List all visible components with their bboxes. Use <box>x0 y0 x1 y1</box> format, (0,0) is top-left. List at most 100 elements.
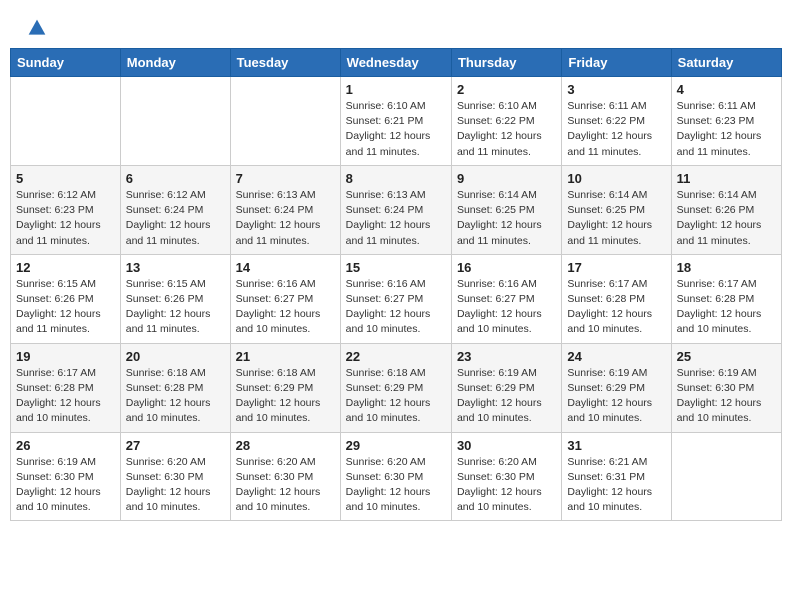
day-info: Sunrise: 6:11 AM Sunset: 6:23 PM Dayligh… <box>677 99 776 160</box>
day-number: 27 <box>126 438 225 453</box>
calendar-cell: 28 Sunrise: 6:20 AM Sunset: 6:30 PM Dayli… <box>230 432 340 521</box>
logo <box>24 18 47 38</box>
week-row-2: 5 Sunrise: 6:12 AM Sunset: 6:23 PM Daylig… <box>11 165 782 254</box>
day-info: Sunrise: 6:20 AM Sunset: 6:30 PM Dayligh… <box>346 455 446 516</box>
day-number: 8 <box>346 171 446 186</box>
day-number: 23 <box>457 349 556 364</box>
weekday-header-saturday: Saturday <box>671 49 781 77</box>
day-number: 13 <box>126 260 225 275</box>
calendar-cell: 25 Sunrise: 6:19 AM Sunset: 6:30 PM Dayli… <box>671 343 781 432</box>
day-number: 19 <box>16 349 115 364</box>
day-number: 6 <box>126 171 225 186</box>
calendar-cell: 21Sunrise: 6:18 AM Sunset: 6:29 PM Dayli… <box>230 343 340 432</box>
day-number: 16 <box>457 260 556 275</box>
day-number: 10 <box>567 171 665 186</box>
day-info: Sunrise: 6:14 AM Sunset: 6:25 PM Dayligh… <box>457 188 556 249</box>
day-number: 7 <box>236 171 335 186</box>
day-number: 15 <box>346 260 446 275</box>
day-info: Sunrise: 6:16 AM Sunset: 6:27 PM Dayligh… <box>236 277 335 338</box>
calendar-cell: 10 Sunrise: 6:14 AM Sunset: 6:25 PM Dayli… <box>562 165 671 254</box>
calendar-cell: 14 Sunrise: 6:16 AM Sunset: 6:27 PM Dayli… <box>230 254 340 343</box>
calendar-cell: 20 Sunrise: 6:18 AM Sunset: 6:28 PM Dayli… <box>120 343 230 432</box>
calendar-cell: 18 Sunrise: 6:17 AM Sunset: 6:28 PM Dayli… <box>671 254 781 343</box>
weekday-header-row: SundayMondayTuesdayWednesdayThursdayFrid… <box>11 49 782 77</box>
calendar-cell: 5 Sunrise: 6:12 AM Sunset: 6:23 PM Daylig… <box>11 165 121 254</box>
day-number: 5 <box>16 171 115 186</box>
day-number: 18 <box>677 260 776 275</box>
calendar-cell: 17 Sunrise: 6:17 AM Sunset: 6:28 PM Dayli… <box>562 254 671 343</box>
day-info: Sunrise: 6:18 AM Sunset: 6:29 PM Dayligh… <box>236 366 335 427</box>
day-number: 24 <box>567 349 665 364</box>
day-info: Sunrise: 6:10 AM Sunset: 6:22 PM Dayligh… <box>457 99 556 160</box>
day-info: Sunrise: 6:20 AM Sunset: 6:30 PM Dayligh… <box>457 455 556 516</box>
calendar-cell: 7Sunrise: 6:13 AM Sunset: 6:24 PM Daylig… <box>230 165 340 254</box>
calendar-cell: 6 Sunrise: 6:12 AM Sunset: 6:24 PM Daylig… <box>120 165 230 254</box>
day-number: 2 <box>457 82 556 97</box>
day-info: Sunrise: 6:21 AM Sunset: 6:31 PM Dayligh… <box>567 455 665 516</box>
day-info: Sunrise: 6:11 AM Sunset: 6:22 PM Dayligh… <box>567 99 665 160</box>
page-header <box>0 0 792 48</box>
day-number: 26 <box>16 438 115 453</box>
day-info: Sunrise: 6:10 AM Sunset: 6:21 PM Dayligh… <box>346 99 446 160</box>
calendar-cell: 24Sunrise: 6:19 AM Sunset: 6:29 PM Dayli… <box>562 343 671 432</box>
day-info: Sunrise: 6:17 AM Sunset: 6:28 PM Dayligh… <box>677 277 776 338</box>
calendar-cell: 19 Sunrise: 6:17 AM Sunset: 6:28 PM Dayli… <box>11 343 121 432</box>
day-info: Sunrise: 6:14 AM Sunset: 6:25 PM Dayligh… <box>567 188 665 249</box>
calendar-cell: 9 Sunrise: 6:14 AM Sunset: 6:25 PM Daylig… <box>451 165 561 254</box>
day-info: Sunrise: 6:20 AM Sunset: 6:30 PM Dayligh… <box>126 455 225 516</box>
day-number: 25 <box>677 349 776 364</box>
weekday-header-monday: Monday <box>120 49 230 77</box>
day-info: Sunrise: 6:19 AM Sunset: 6:30 PM Dayligh… <box>16 455 115 516</box>
day-info: Sunrise: 6:19 AM Sunset: 6:30 PM Dayligh… <box>677 366 776 427</box>
weekday-header-thursday: Thursday <box>451 49 561 77</box>
logo-icon <box>27 18 47 38</box>
day-info: Sunrise: 6:18 AM Sunset: 6:29 PM Dayligh… <box>346 366 446 427</box>
calendar-cell <box>120 77 230 166</box>
day-number: 30 <box>457 438 556 453</box>
calendar: SundayMondayTuesdayWednesdayThursdayFrid… <box>0 48 792 531</box>
week-row-3: 12 Sunrise: 6:15 AM Sunset: 6:26 PM Dayli… <box>11 254 782 343</box>
day-info: Sunrise: 6:18 AM Sunset: 6:28 PM Dayligh… <box>126 366 225 427</box>
calendar-cell: 31 Sunrise: 6:21 AM Sunset: 6:31 PM Dayli… <box>562 432 671 521</box>
day-number: 29 <box>346 438 446 453</box>
calendar-cell: 16 Sunrise: 6:16 AM Sunset: 6:27 PM Dayli… <box>451 254 561 343</box>
calendar-cell <box>11 77 121 166</box>
calendar-cell: 8Sunrise: 6:13 AM Sunset: 6:24 PM Daylig… <box>340 165 451 254</box>
calendar-cell: 22 Sunrise: 6:18 AM Sunset: 6:29 PM Dayli… <box>340 343 451 432</box>
day-info: Sunrise: 6:16 AM Sunset: 6:27 PM Dayligh… <box>457 277 556 338</box>
calendar-cell <box>230 77 340 166</box>
calendar-cell: 4 Sunrise: 6:11 AM Sunset: 6:23 PM Daylig… <box>671 77 781 166</box>
day-number: 17 <box>567 260 665 275</box>
day-info: Sunrise: 6:17 AM Sunset: 6:28 PM Dayligh… <box>16 366 115 427</box>
calendar-cell: 23Sunrise: 6:19 AM Sunset: 6:29 PM Dayli… <box>451 343 561 432</box>
calendar-cell: 12 Sunrise: 6:15 AM Sunset: 6:26 PM Dayli… <box>11 254 121 343</box>
week-row-1: 1 Sunrise: 6:10 AM Sunset: 6:21 PM Daylig… <box>11 77 782 166</box>
day-number: 20 <box>126 349 225 364</box>
calendar-cell: 13 Sunrise: 6:15 AM Sunset: 6:26 PM Dayli… <box>120 254 230 343</box>
day-info: Sunrise: 6:17 AM Sunset: 6:28 PM Dayligh… <box>567 277 665 338</box>
day-info: Sunrise: 6:15 AM Sunset: 6:26 PM Dayligh… <box>16 277 115 338</box>
day-number: 22 <box>346 349 446 364</box>
calendar-cell: 30 Sunrise: 6:20 AM Sunset: 6:30 PM Dayli… <box>451 432 561 521</box>
day-number: 9 <box>457 171 556 186</box>
day-info: Sunrise: 6:14 AM Sunset: 6:26 PM Dayligh… <box>677 188 776 249</box>
day-number: 12 <box>16 260 115 275</box>
day-info: Sunrise: 6:12 AM Sunset: 6:23 PM Dayligh… <box>16 188 115 249</box>
day-number: 31 <box>567 438 665 453</box>
weekday-header-wednesday: Wednesday <box>340 49 451 77</box>
day-info: Sunrise: 6:12 AM Sunset: 6:24 PM Dayligh… <box>126 188 225 249</box>
calendar-cell: 3 Sunrise: 6:11 AM Sunset: 6:22 PM Daylig… <box>562 77 671 166</box>
day-info: Sunrise: 6:20 AM Sunset: 6:30 PM Dayligh… <box>236 455 335 516</box>
calendar-cell <box>671 432 781 521</box>
calendar-cell: 27 Sunrise: 6:20 AM Sunset: 6:30 PM Dayli… <box>120 432 230 521</box>
weekday-header-tuesday: Tuesday <box>230 49 340 77</box>
day-number: 4 <box>677 82 776 97</box>
day-number: 14 <box>236 260 335 275</box>
day-number: 3 <box>567 82 665 97</box>
day-number: 1 <box>346 82 446 97</box>
day-number: 28 <box>236 438 335 453</box>
calendar-cell: 11Sunrise: 6:14 AM Sunset: 6:26 PM Dayli… <box>671 165 781 254</box>
week-row-4: 19 Sunrise: 6:17 AM Sunset: 6:28 PM Dayli… <box>11 343 782 432</box>
day-info: Sunrise: 6:15 AM Sunset: 6:26 PM Dayligh… <box>126 277 225 338</box>
calendar-cell: 26 Sunrise: 6:19 AM Sunset: 6:30 PM Dayli… <box>11 432 121 521</box>
